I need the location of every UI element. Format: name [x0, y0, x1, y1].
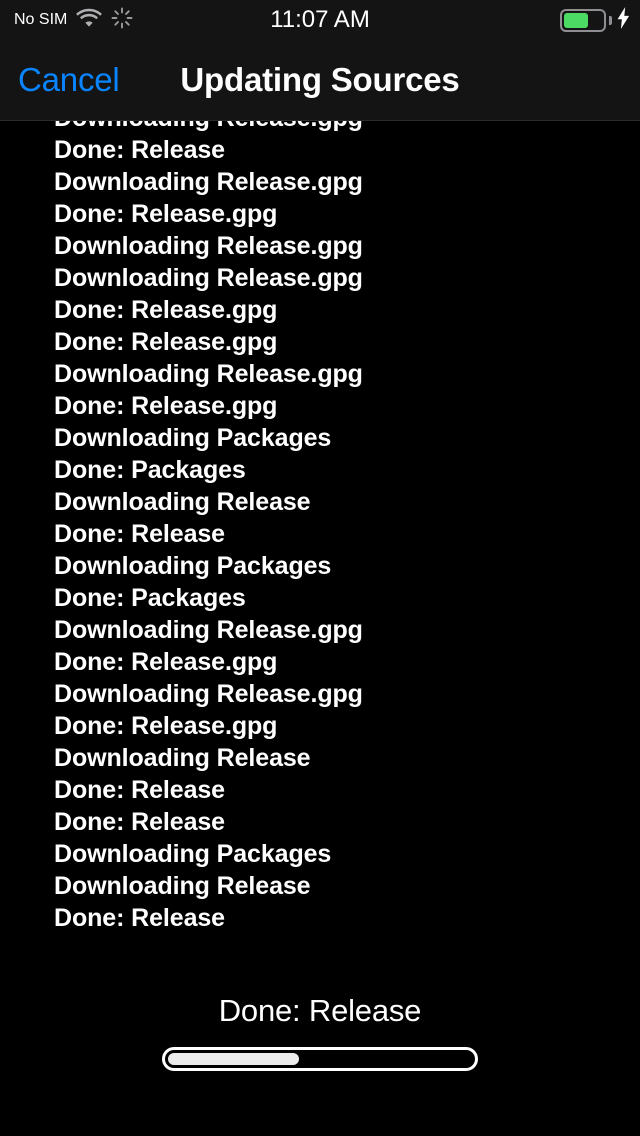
log-line: Done: Release.gpg — [54, 392, 278, 420]
log-line: Done: Release — [54, 520, 225, 548]
battery-fill — [564, 12, 588, 28]
status-bar-clock: 11:07 AM — [270, 6, 370, 33]
log-line: Done: Release.gpg — [54, 648, 278, 676]
progress-bar — [162, 1047, 478, 1071]
progress-footer: Done: Release — [0, 965, 640, 1136]
log-line: Done: Release.gpg — [54, 296, 278, 324]
log-line: Done: Packages — [54, 456, 246, 484]
log-line: Done: Release.gpg — [54, 712, 278, 740]
progress-bar-fill — [168, 1053, 299, 1065]
log-line: Downloading Packages — [54, 840, 332, 868]
status-bar: No SIM 11:07 AM — [0, 0, 640, 40]
log-line: Downloading Packages — [54, 424, 332, 452]
log-line: Downloading Release.gpg — [54, 168, 363, 196]
log-line: Downloading Release.gpg — [54, 264, 363, 292]
log-line-list: Downloading Release.gpg Done: Release Down… — [0, 121, 640, 934]
log-line: Downloading Release.gpg — [54, 232, 363, 260]
log-output-scroll-area[interactable]: Downloading Release.gpg Done: Release Down… — [0, 121, 640, 965]
log-line: Downloading Release.gpg — [0, 121, 640, 134]
status-message: Done: Release — [218, 993, 422, 1028]
log-line: Downloading Release — [54, 744, 311, 772]
log-line: Downloading Release — [54, 488, 311, 516]
log-line: Done: Release.gpg — [54, 200, 278, 228]
log-line: Downloading Release.gpg — [54, 680, 363, 708]
log-line: Downloading Release.gpg — [54, 616, 363, 644]
log-line: Downloading Packages — [54, 552, 332, 580]
lightning-bolt-icon — [617, 6, 630, 34]
log-line: Done: Release.gpg — [54, 328, 278, 356]
battery-icon — [560, 8, 606, 32]
log-line: Done: Release — [54, 808, 225, 836]
log-line: Downloading Release.gpg — [54, 360, 363, 388]
log-line: Done: Release — [54, 136, 225, 164]
cancel-button[interactable]: Cancel — [18, 40, 120, 120]
log-line: Downloading Release — [54, 872, 311, 900]
app-screen: No SIM 11:07 AM Cancel Updating Sources … — [0, 0, 640, 1136]
log-line: Done: Release — [54, 904, 225, 932]
battery-cap — [609, 15, 612, 25]
log-line: Done: Release — [54, 776, 225, 804]
navigation-bar: Cancel Updating Sources — [0, 40, 640, 121]
log-line: Done: Packages — [54, 584, 246, 612]
status-bar-right-group — [560, 0, 630, 40]
